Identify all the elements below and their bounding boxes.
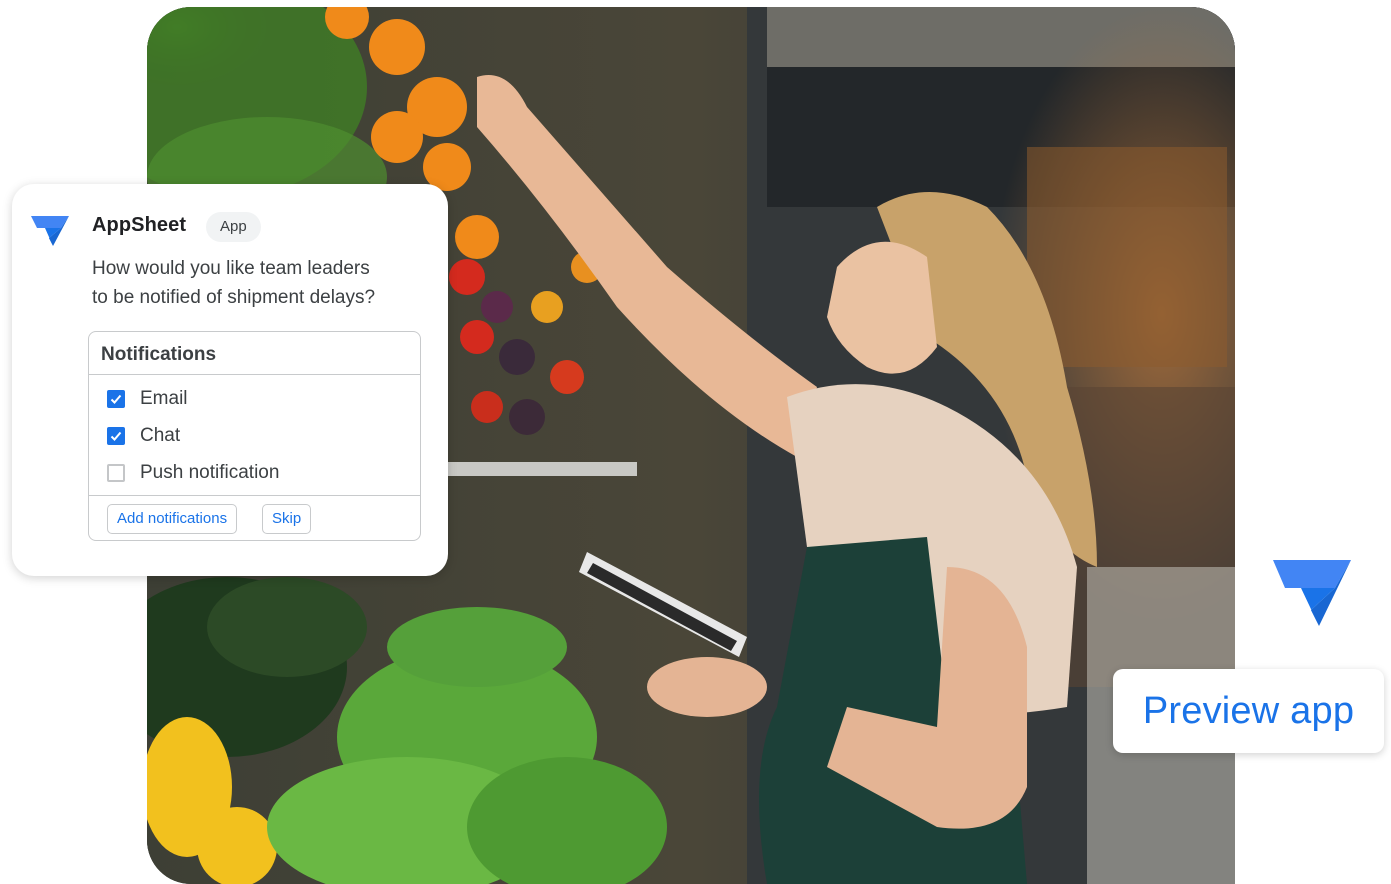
question-line-2: to be notified of shipment delays? <box>92 287 376 308</box>
option-label: Email <box>140 388 188 409</box>
option-chat[interactable]: Chat <box>107 424 180 448</box>
check-icon <box>110 431 122 441</box>
divider <box>89 495 420 496</box>
push-notification-checkbox[interactable] <box>107 464 125 482</box>
add-notifications-button[interactable]: Add notifications <box>107 504 238 534</box>
option-label: Push notification <box>140 462 280 483</box>
option-push-notification[interactable]: Push notification <box>107 461 279 485</box>
appsheet-logo-icon <box>1273 560 1351 626</box>
check-icon <box>110 394 122 404</box>
app-badge: App <box>206 212 261 242</box>
preview-app-button[interactable]: Preview app <box>1113 669 1384 753</box>
skip-button[interactable]: Skip <box>262 504 312 534</box>
app-name: AppSheet <box>92 214 187 236</box>
notifications-title: Notifications <box>101 344 217 365</box>
bot-question: How would you like team leaders to be no… <box>92 254 412 312</box>
notifications-panel: Notifications Email Chat Push notificati… <box>88 331 421 541</box>
chat-checkbox[interactable] <box>107 427 125 445</box>
option-label: Chat <box>140 425 181 446</box>
question-line-1: How would you like team leaders <box>92 258 370 279</box>
appsheet-chat-card: AppSheet App How would you like team lea… <box>12 184 448 576</box>
email-checkbox[interactable] <box>107 390 125 408</box>
divider <box>89 374 420 375</box>
preview-app-label: Preview app <box>1142 689 1355 732</box>
option-email[interactable]: Email <box>107 387 188 411</box>
page: AppSheet App How would you like team lea… <box>0 0 1391 884</box>
appsheet-logo-icon <box>31 216 69 246</box>
